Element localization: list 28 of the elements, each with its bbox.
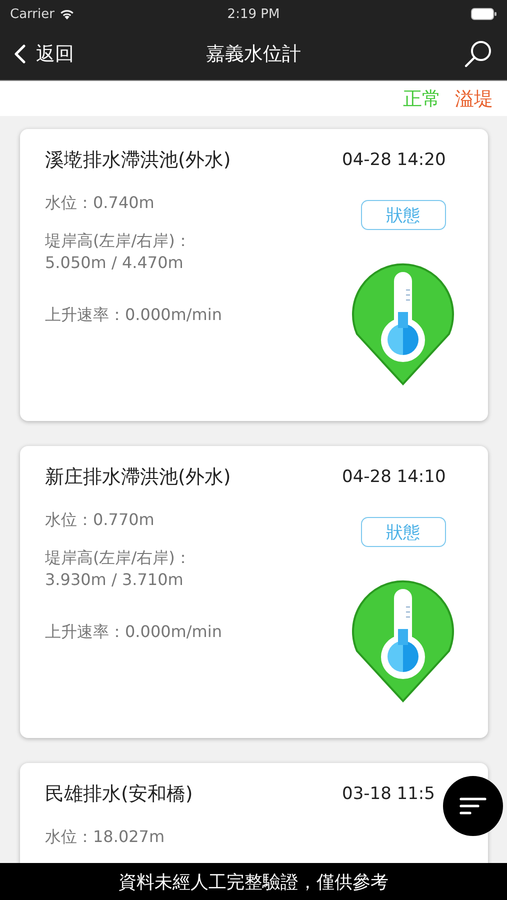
carrier-label: Carrier bbox=[10, 6, 54, 22]
water-level: 水位：18.027m bbox=[45, 827, 165, 848]
wifi-icon bbox=[59, 8, 76, 20]
station-name: 民雄排水(安和橋) bbox=[45, 782, 193, 807]
update-time: 03-18 11:5 bbox=[342, 784, 436, 804]
status-time: 2:19 PM bbox=[227, 6, 280, 22]
station-card[interactable]: 溪墘排水滯洪池(外水) 04-28 14:20 水位：0.740m 堤岸高(左岸/右岸)： 5.050m / 4.470m 上升速率：0.000m/min 狀態 bbox=[20, 129, 488, 421]
bank-height: 堤岸高(左岸/右岸)： 3.930m / 3.710m bbox=[45, 547, 192, 591]
update-time: 04-28 14:10 bbox=[342, 467, 447, 487]
station-card[interactable]: 新庄排水滯洪池(外水) 04-28 14:10 水位：0.770m 堤岸高(左岸/右岸)： 3.930m / 3.710m 上升速率：0.000m/min 狀態 bbox=[20, 446, 488, 738]
update-time: 04-28 14:20 bbox=[342, 150, 447, 170]
legend-label: 溢堤 bbox=[455, 86, 493, 112]
station-card[interactable]: 民雄排水(安和橋) 03-18 11:5 水位：18.027m bbox=[20, 763, 488, 863]
bank-height: 堤岸高(左岸/右岸)： 5.050m / 4.470m bbox=[45, 230, 192, 274]
rise-rate: 上升速率：0.000m/min bbox=[45, 305, 222, 326]
water-level: 水位：0.740m bbox=[45, 193, 156, 214]
station-name: 溪墘排水滯洪池(外水) bbox=[45, 148, 231, 173]
station-name: 新庄排水滯洪池(外水) bbox=[45, 465, 231, 490]
back-button[interactable]: 返回 bbox=[14, 41, 114, 67]
battery-icon bbox=[470, 8, 497, 20]
rise-rate: 上升速率：0.000m/min bbox=[45, 622, 222, 643]
filter-icon bbox=[459, 796, 487, 816]
page-title: 嘉義水位計 bbox=[206, 42, 301, 67]
water-level: 水位：0.770m bbox=[45, 510, 156, 531]
disclaimer-banner: 資料未經人工完整驗證，僅供參考 bbox=[0, 863, 507, 900]
chevron-left-icon bbox=[14, 44, 26, 64]
search-icon bbox=[463, 39, 493, 69]
legend-label: 正常 bbox=[403, 86, 441, 112]
